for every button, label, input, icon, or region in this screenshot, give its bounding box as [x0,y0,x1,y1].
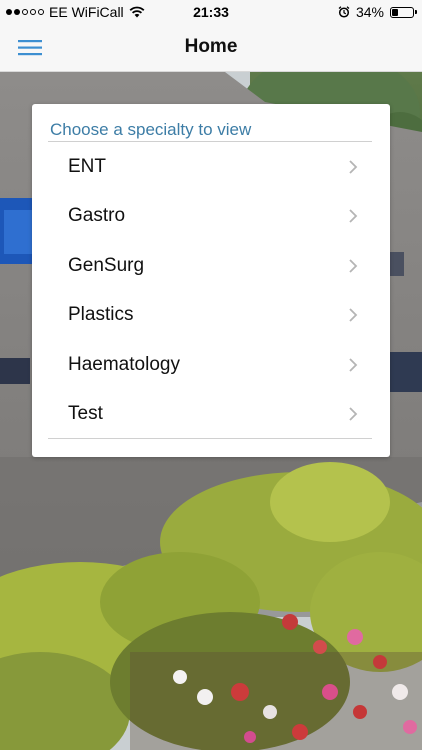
status-bar: EE WiFiCall 21:33 34% [0,0,422,24]
page-title: Home [184,36,238,57]
battery-percentage: 34% [355,4,384,20]
specialty-item-gensurg[interactable]: GenSurg [48,241,372,291]
specialty-label: Haematology [68,353,180,375]
specialty-item-gastro[interactable]: Gastro [48,192,372,242]
specialty-list: ENT Gastro GenSurg Plastics Haematology … [48,142,372,439]
app-screen: EE WiFiCall 21:33 34% Home Choose a spec… [0,0,422,750]
chevron-right-icon [349,407,358,421]
specialty-label: Gastro [68,205,126,227]
chevron-right-icon [349,259,358,273]
battery-fill [392,8,398,16]
navigation-bar: Home [0,24,422,72]
specialty-label: Plastics [68,304,134,326]
battery-icon [390,6,417,18]
chevron-right-icon [349,358,358,372]
specialty-item-plastics[interactable]: Plastics [48,291,372,341]
alarm-clock-icon [338,6,350,18]
specialty-label: Test [68,403,103,425]
specialty-item-test[interactable]: Test [48,390,372,440]
status-right: 34% [338,4,417,20]
specialty-item-haematology[interactable]: Haematology [48,340,372,390]
specialty-card: Choose a specialty to view ENT Gastro Ge… [32,104,390,457]
specialty-label: GenSurg [68,254,145,276]
chevron-right-icon [349,160,358,174]
card-title: Choose a specialty to view [50,120,252,139]
card-bottom-divider [48,438,372,439]
chevron-right-icon [349,209,358,223]
chevron-right-icon [349,308,358,322]
specialty-item-ent[interactable]: ENT [48,142,372,192]
specialty-label: ENT [68,155,106,177]
